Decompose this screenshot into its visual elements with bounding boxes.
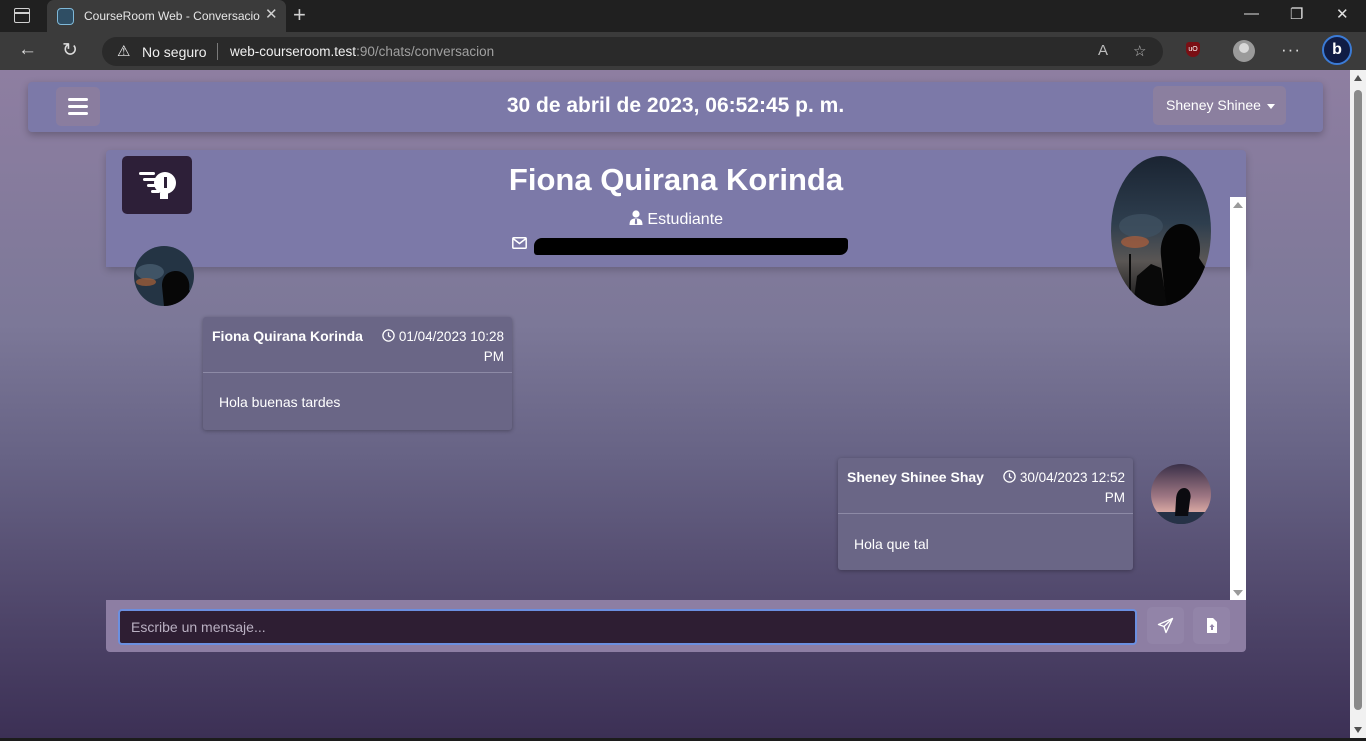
contact-name: Fiona Quirana Korinda — [508, 162, 844, 197]
read-aloud-icon[interactable]: A — [1098, 42, 1108, 59]
file-upload-icon — [1207, 618, 1217, 633]
browser-tab-strip: CourseRoom Web - Conversacion ✕ + — ❐ ✕ — [0, 0, 1366, 32]
address-divider — [217, 43, 218, 60]
message-bubble: Sheney Shinee Shay 30/04/2023 12:52 PM H… — [838, 458, 1133, 570]
address-bar[interactable]: ⚠ No seguro web-courseroom.test:90/chats… — [102, 37, 1163, 66]
close-window-icon[interactable]: ✕ — [1336, 5, 1349, 23]
message-header: Sheney Shinee Shay 30/04/2023 12:52 PM — [838, 458, 1133, 514]
clock-icon — [382, 329, 395, 342]
message-composer — [106, 600, 1246, 652]
bing-copilot-icon[interactable]: b — [1322, 35, 1352, 65]
scroll-up-icon[interactable] — [1233, 202, 1243, 208]
browser-tab[interactable]: CourseRoom Web - Conversacion ✕ — [47, 0, 286, 32]
back-icon[interactable]: ← — [18, 39, 37, 61]
message-text: Hola buenas tardes — [219, 394, 341, 410]
warning-icon[interactable]: ⚠ — [117, 42, 130, 60]
message-avatar — [1151, 464, 1211, 524]
tab-actions-icon[interactable] — [14, 8, 30, 23]
reload-icon[interactable]: ↻ — [62, 39, 78, 62]
message-time-suffix: PM — [483, 349, 504, 364]
user-dropdown-button[interactable]: Sheney Shinee — [1153, 86, 1286, 125]
tab-title: CourseRoom Web - Conversacion — [84, 9, 260, 23]
scroll-down-icon[interactable] — [1354, 727, 1362, 733]
message-text: Hola que tal — [854, 536, 929, 552]
url-path: :90/chats/conversacion — [356, 44, 495, 59]
scroll-down-icon[interactable] — [1233, 590, 1243, 596]
profile-avatar-icon[interactable] — [1233, 40, 1255, 62]
browser-toolbar: ← ↻ ⚠ No seguro web-courseroom.test:90/c… — [0, 32, 1366, 70]
tab-close-icon[interactable]: ✕ — [265, 5, 278, 23]
message-sender: Sheney Shinee Shay — [847, 469, 984, 485]
scrollbar-thumb[interactable] — [1354, 90, 1362, 710]
message-date: 30/04/2023 12:52 — [1019, 470, 1125, 485]
message-header: Fiona Quirana Korinda 01/04/2023 10:28 P… — [203, 317, 512, 373]
current-datetime: 30 de abril de 2023, 06:52:45 p. m. — [506, 94, 845, 117]
message-bubble: Fiona Quirana Korinda 01/04/2023 10:28 P… — [203, 317, 512, 430]
paper-plane-icon — [1157, 617, 1174, 634]
message-timestamp: 01/04/2023 10:28 PM — [374, 327, 504, 367]
scroll-up-icon[interactable] — [1354, 75, 1362, 81]
clock-icon — [1003, 470, 1016, 483]
sender-photo — [1151, 464, 1211, 524]
add-favorite-icon[interactable]: ☆ — [1133, 42, 1146, 60]
message-sender: Fiona Quirana Korinda — [212, 328, 363, 344]
restore-icon[interactable]: ❐ — [1290, 5, 1303, 23]
message-avatar — [134, 246, 194, 306]
url-text[interactable]: web-courseroom.test:90/chats/conversacio… — [230, 44, 494, 59]
new-tab-icon[interactable]: + — [293, 2, 306, 28]
more-menu-icon[interactable]: ··· — [1281, 40, 1301, 60]
ublock-extension-icon[interactable]: uO — [1186, 42, 1200, 57]
security-label[interactable]: No seguro — [142, 44, 207, 60]
url-host: web-courseroom.test — [230, 44, 357, 59]
caret-down-icon — [1266, 103, 1275, 109]
message-list[interactable]: Fiona Quirana Korinda 01/04/2023 10:28 P… — [106, 197, 1230, 600]
message-time-suffix: PM — [1104, 490, 1125, 505]
message-input[interactable] — [118, 609, 1137, 645]
sender-photo — [134, 246, 194, 306]
message-date: 01/04/2023 10:28 — [398, 329, 504, 344]
send-button[interactable] — [1147, 607, 1184, 644]
user-name-label: Sheney Shinee — [1166, 97, 1261, 113]
attach-file-button[interactable] — [1193, 607, 1230, 644]
site-favicon-icon — [57, 8, 74, 25]
message-timestamp: 30/04/2023 12:52 PM — [995, 468, 1125, 508]
page-scrollbar[interactable] — [1350, 70, 1366, 738]
top-navbar: 30 de abril de 2023, 06:52:45 p. m. Shen… — [28, 82, 1323, 132]
chat-scrollbar[interactable] — [1230, 197, 1246, 600]
minimize-icon[interactable]: — — [1244, 5, 1259, 22]
